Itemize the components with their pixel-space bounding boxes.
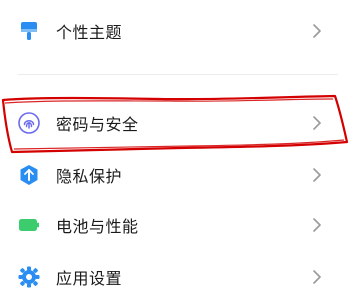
settings-item-label: 个性主题: [56, 23, 123, 42]
settings-item-battery[interactable]: 电池与性能: [0, 200, 349, 250]
settings-item-password-security[interactable]: 密码与安全: [0, 98, 349, 148]
chevron-right-icon: [313, 168, 321, 182]
chevron-right-icon: [313, 270, 321, 284]
section-divider: [18, 74, 338, 75]
privacy-shield-icon: [20, 165, 38, 185]
gear-icon: [18, 266, 40, 288]
chevron-right-icon: [313, 116, 321, 130]
chevron-right-icon: [313, 24, 321, 38]
settings-item-label: 应用设置: [56, 269, 123, 288]
theme-icon: [21, 22, 37, 40]
settings-item-label: 电池与性能: [56, 217, 139, 236]
settings-item-label: 密码与安全: [56, 115, 139, 134]
battery-icon: [19, 219, 39, 231]
settings-item-privacy[interactable]: 隐私保护: [0, 150, 349, 200]
settings-item-theme[interactable]: 个性主题: [0, 6, 349, 56]
fingerprint-icon: [18, 112, 40, 134]
chevron-right-icon: [313, 218, 321, 232]
settings-item-app-settings[interactable]: 应用设置: [0, 252, 349, 302]
settings-item-label: 隐私保护: [56, 167, 123, 186]
